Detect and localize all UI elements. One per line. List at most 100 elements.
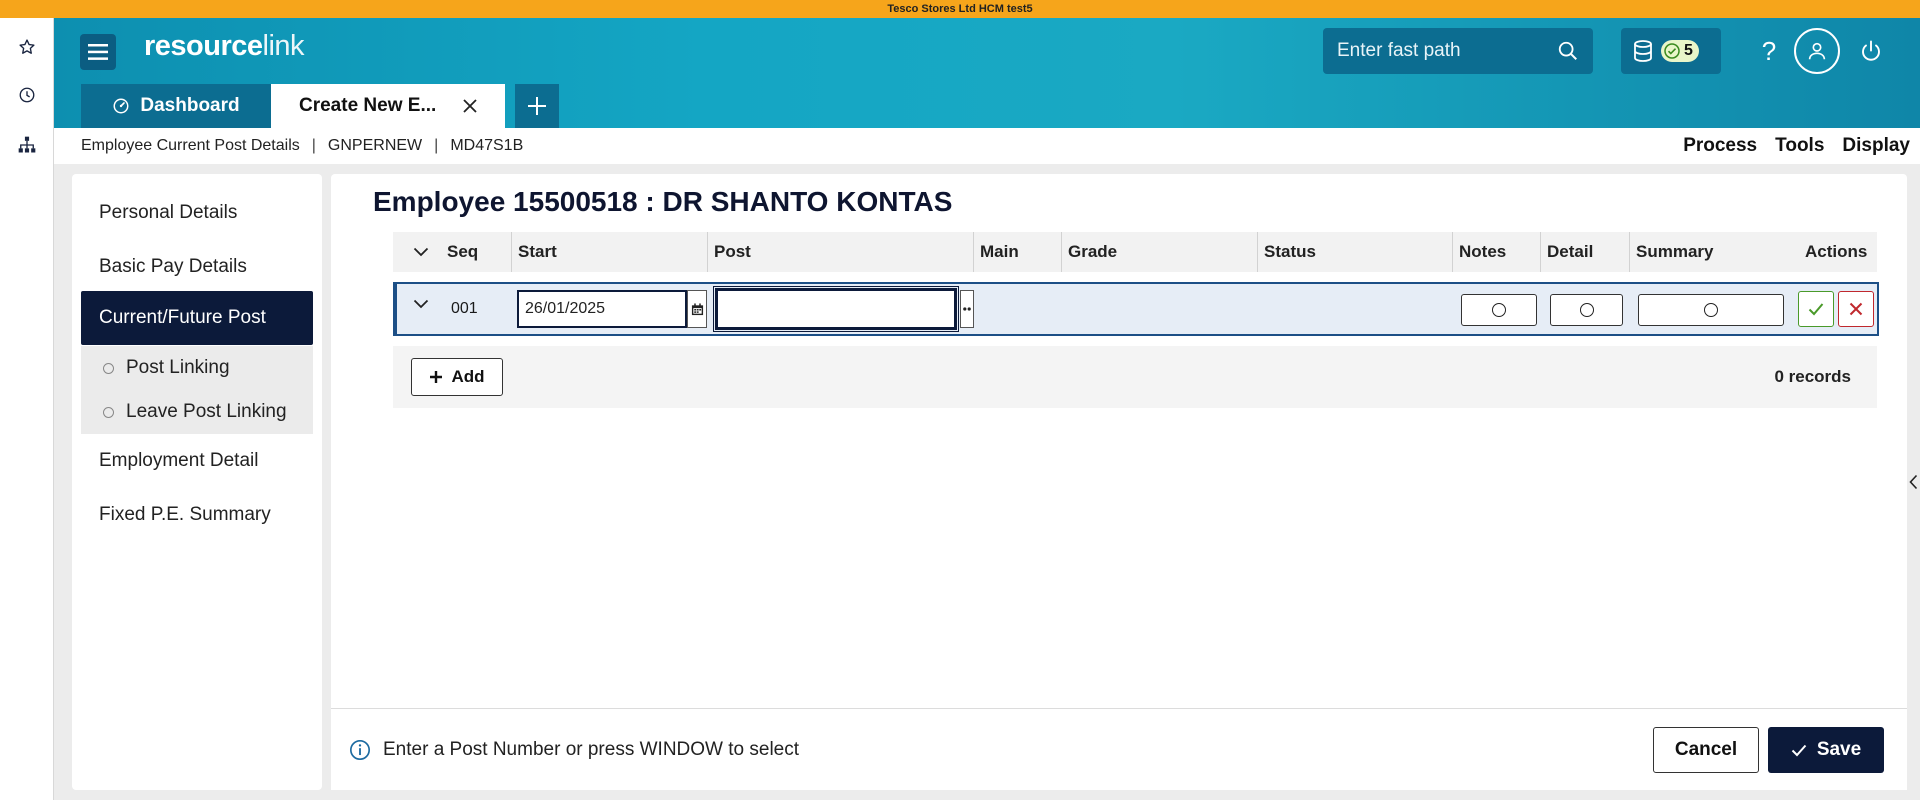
- breadcrumb-item: MD47S1B: [450, 137, 524, 154]
- tab-current-label: Create New E...: [299, 95, 437, 116]
- main-panel: Employee 15500518 : DR SHANTO KONTAS Seq…: [331, 174, 1907, 790]
- app-header: resourcelink Enter fast path 5 ? Dashboa…: [54, 18, 1920, 128]
- power-icon: [1862, 40, 1880, 61]
- column-seq[interactable]: Seq: [441, 232, 478, 272]
- check-icon: [1791, 744, 1807, 756]
- message-bar: Enter a Post Number or press WINDOW to s…: [331, 708, 1907, 790]
- column-detail[interactable]: Detail: [1540, 232, 1593, 272]
- chevron-left-icon: [1908, 474, 1917, 490]
- check-circle-icon: [1664, 43, 1680, 59]
- dashboard-icon: [113, 98, 129, 114]
- collapse-all-toggle[interactable]: [407, 232, 437, 272]
- cancel-row-button[interactable]: [1838, 291, 1874, 327]
- side-panel-toggle[interactable]: [1906, 470, 1920, 494]
- help-icon: ?: [1761, 35, 1777, 66]
- new-tab-button[interactable]: [515, 84, 559, 128]
- column-start[interactable]: Start: [511, 232, 557, 272]
- column-main[interactable]: Main: [973, 232, 1019, 272]
- database-button[interactable]: 5: [1621, 28, 1721, 74]
- plus-icon: [528, 97, 546, 115]
- left-rail: [0, 18, 54, 800]
- fast-path-input[interactable]: Enter fast path: [1337, 40, 1557, 62]
- section-nav: Personal Details Basic Pay Details Curre…: [72, 174, 322, 790]
- nav-item-employment-detail[interactable]: Employment Detail: [72, 434, 322, 488]
- grid-header: Seq Start Post Main Grade Status Notes D…: [393, 232, 1877, 272]
- menu-tools[interactable]: Tools: [1775, 135, 1824, 157]
- circle-icon: [1704, 303, 1718, 317]
- check-icon: [1808, 303, 1824, 316]
- circle-icon: [1579, 303, 1594, 317]
- nav-subitem-post-linking[interactable]: Post Linking: [81, 346, 313, 390]
- search-icon[interactable]: [1557, 40, 1579, 62]
- status-message-text: Enter a Post Number or press WINDOW to s…: [383, 739, 800, 760]
- grid-footer: Add 0 records: [393, 346, 1877, 408]
- nav-subitem-label: Leave Post Linking: [126, 401, 287, 422]
- column-actions: Actions: [1805, 242, 1868, 261]
- nav-subitem-label: Post Linking: [126, 357, 230, 378]
- row-seq: 001: [451, 300, 478, 317]
- hamburger-icon: [88, 44, 108, 60]
- summary-button[interactable]: [1638, 294, 1784, 326]
- confirm-row-button[interactable]: [1798, 291, 1834, 327]
- chevron-down-icon: [413, 247, 429, 257]
- more-dots-icon: [963, 307, 971, 311]
- tab-dashboard-label: Dashboard: [140, 95, 240, 116]
- post-lookup-button[interactable]: [960, 290, 974, 328]
- logout-button[interactable]: [1848, 28, 1894, 74]
- breadcrumb-separator: |: [311, 137, 316, 154]
- detail-button[interactable]: [1550, 294, 1623, 326]
- nav-item-fixed-pe-summary[interactable]: Fixed P.E. Summary: [72, 488, 322, 542]
- clock-icon[interactable]: [14, 82, 40, 108]
- top-menu: Process Tools Display: [1683, 128, 1910, 164]
- column-status[interactable]: Status: [1257, 232, 1316, 272]
- column-notes[interactable]: Notes: [1452, 232, 1506, 272]
- status-message: Enter a Post Number or press WINDOW to s…: [349, 709, 799, 791]
- circle-icon: [103, 362, 114, 374]
- badge-count: 5: [1684, 42, 1693, 59]
- fast-path-search[interactable]: Enter fast path: [1323, 28, 1593, 74]
- save-button-label: Save: [1816, 739, 1862, 760]
- table-row[interactable]: 001 26/01/2025: [393, 282, 1879, 336]
- chevron-down-icon: [413, 299, 429, 309]
- row-expand-toggle[interactable]: [413, 299, 429, 309]
- save-button[interactable]: Save: [1768, 727, 1884, 773]
- add-button-label: Add: [451, 367, 485, 386]
- notes-button[interactable]: [1461, 294, 1537, 326]
- circle-icon: [103, 406, 114, 418]
- cancel-button[interactable]: Cancel: [1653, 727, 1759, 773]
- menu-display[interactable]: Display: [1842, 135, 1910, 157]
- environment-banner: Tesco Stores Ltd HCM test5: [0, 0, 1920, 18]
- user-profile-button[interactable]: [1794, 28, 1840, 74]
- nav-subitem-leave-post-linking[interactable]: Leave Post Linking: [81, 390, 313, 434]
- nav-item-current-future-post[interactable]: Current/Future Post: [81, 291, 313, 345]
- menu-process[interactable]: Process: [1683, 135, 1757, 157]
- plus-icon: [430, 371, 443, 383]
- tab-dashboard[interactable]: Dashboard: [81, 84, 271, 128]
- star-icon[interactable]: [14, 34, 40, 60]
- nav-item-basic-pay-details[interactable]: Basic Pay Details: [72, 240, 322, 294]
- breadcrumb-item: Employee Current Post Details: [81, 137, 300, 154]
- tab-create-new-employee[interactable]: Create New E...: [271, 84, 505, 128]
- breadcrumb-item: GNPERNEW: [327, 137, 423, 154]
- breadcrumb-separator: |: [434, 137, 439, 154]
- menu-button[interactable]: [80, 34, 116, 70]
- column-post[interactable]: Post: [707, 232, 751, 272]
- user-icon: [1808, 42, 1826, 60]
- column-summary[interactable]: Summary: [1629, 232, 1713, 272]
- status-badge: 5: [1661, 40, 1699, 62]
- nav-subgroup: Post Linking Leave Post Linking: [81, 346, 313, 434]
- post-number-input[interactable]: [713, 286, 959, 332]
- nav-item-personal-details[interactable]: Personal Details: [72, 186, 322, 240]
- close-icon: [1849, 302, 1863, 316]
- help-button[interactable]: ?: [1746, 28, 1792, 74]
- column-grade[interactable]: Grade: [1061, 232, 1117, 272]
- breadcrumb: Employee Current Post Details | GNPERNEW…: [54, 128, 1920, 164]
- start-date-input[interactable]: 26/01/2025: [517, 290, 687, 328]
- close-icon[interactable]: [463, 99, 477, 113]
- add-button[interactable]: Add: [411, 358, 503, 396]
- date-picker-button[interactable]: [687, 290, 707, 328]
- circle-icon: [1492, 303, 1506, 317]
- record-count: 0 records: [1774, 367, 1851, 386]
- hierarchy-icon[interactable]: [14, 132, 40, 158]
- info-icon: [350, 740, 370, 760]
